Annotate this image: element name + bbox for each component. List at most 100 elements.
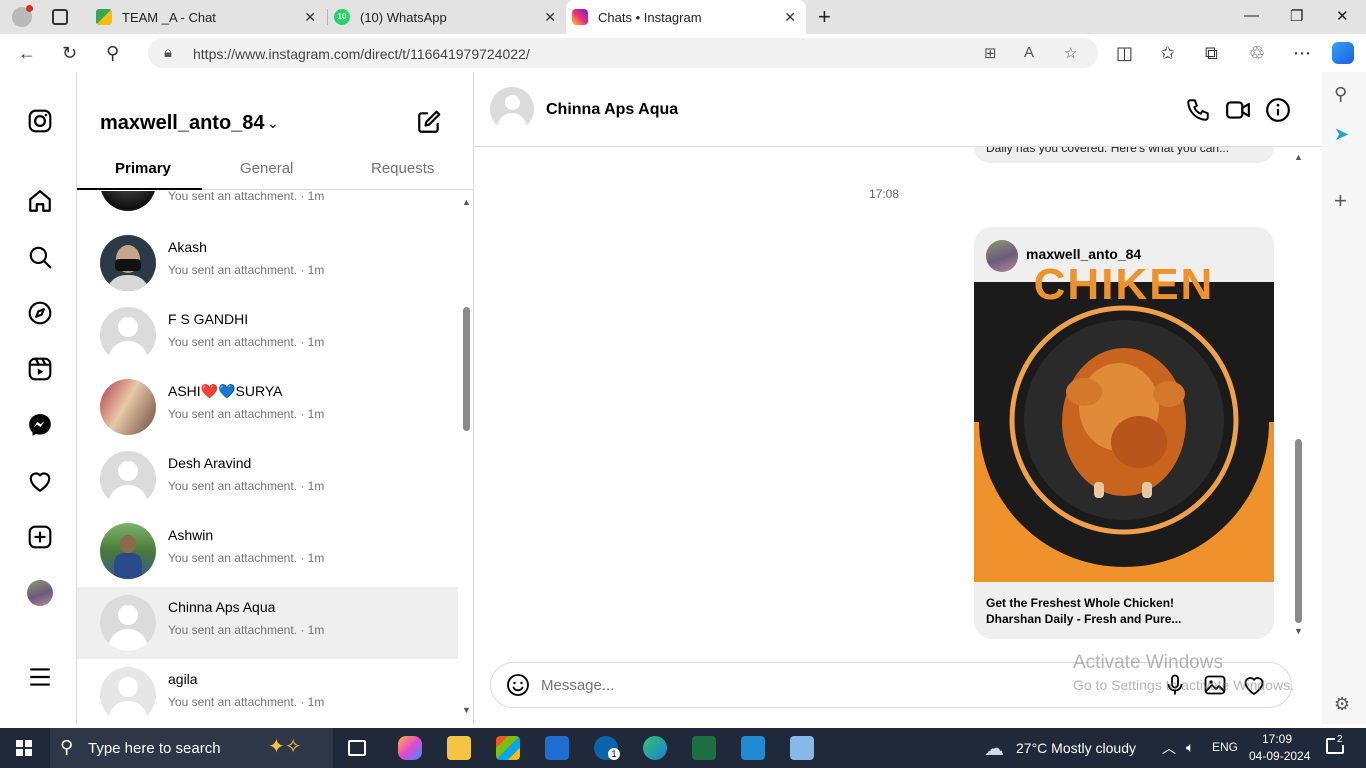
instagram-logo-icon[interactable] xyxy=(27,108,53,134)
search-icon[interactable]: ⚲ xyxy=(1334,84,1347,105)
vscode-icon[interactable] xyxy=(741,736,765,760)
settings-gear-icon[interactable]: ⚙ xyxy=(1334,694,1350,715)
thread-row[interactable]: Akash You sent an attachment. · 1m xyxy=(77,227,458,299)
thread-row[interactable]: Ashwin You sent an attachment. · 1m xyxy=(77,515,458,587)
chevron-down-icon[interactable]: ⌄ xyxy=(267,115,279,132)
copilot-icon[interactable] xyxy=(398,736,422,760)
collections-icon[interactable]: ⧉ xyxy=(1205,43,1218,64)
file-explorer-icon[interactable] xyxy=(447,736,471,760)
tab-whatsapp[interactable]: 10 (10) WhatsApp ✕ xyxy=(328,0,566,34)
read-aloud-icon[interactable]: A xyxy=(1024,44,1034,61)
close-tab-icon[interactable]: ✕ xyxy=(544,9,556,26)
clock-date[interactable]: 04-09-2024 xyxy=(1249,749,1310,763)
copilot-icon[interactable] xyxy=(1332,42,1354,64)
thread-row[interactable]: You sent an attachment. · 1m xyxy=(77,191,458,219)
weather-cloud-icon[interactable]: ☁ xyxy=(984,736,1004,761)
instagram-sidebar xyxy=(5,72,77,724)
search-icon[interactable] xyxy=(27,244,53,270)
outlook-icon[interactable]: 1 xyxy=(594,736,620,760)
previous-message-bubble[interactable]: Daily has you covered. Here's what you c… xyxy=(974,147,1274,163)
add-icon[interactable]: + xyxy=(1334,188,1347,214)
thread-name: agila xyxy=(168,671,198,687)
back-icon[interactable]: ← xyxy=(18,43,36,64)
tab-actions-icon[interactable] xyxy=(52,9,68,25)
post-image[interactable]: CHIKEN xyxy=(974,260,1274,582)
edge-browser-icon[interactable] xyxy=(643,736,667,760)
thread-row[interactable]: F S GANDHI You sent an attachment. · 1m xyxy=(77,299,458,371)
chat-contact-name[interactable]: Chinna Aps Aqua xyxy=(546,101,678,119)
telegram-icon[interactable]: ➤ xyxy=(1334,124,1349,145)
home-icon[interactable] xyxy=(27,188,53,214)
info-icon[interactable] xyxy=(1265,97,1291,123)
create-post-icon[interactable] xyxy=(27,524,53,550)
thread-name: Desh Aravind xyxy=(168,455,252,471)
post-caption-line2: Dharshan Daily - Fresh and Pure... xyxy=(986,612,1182,626)
weather-text[interactable]: 27°C Mostly cloudy xyxy=(1016,740,1136,756)
contact-avatar[interactable] xyxy=(490,87,534,131)
url-field[interactable]: 🔒︎ https://www.instagram.com/direct/t/11… xyxy=(148,38,1098,68)
clock-time[interactable]: 17:09 xyxy=(1262,732,1292,746)
scrollbar-thumb[interactable] xyxy=(463,307,470,431)
avatar xyxy=(100,451,156,507)
split-screen-icon[interactable]: ◫ xyxy=(1116,43,1133,64)
close-window-button[interactable]: ✕ xyxy=(1336,7,1349,25)
language-indicator[interactable]: ENG xyxy=(1212,740,1238,754)
account-username[interactable]: maxwell_anto_84 xyxy=(100,112,265,135)
new-message-icon[interactable] xyxy=(416,109,442,135)
tab-requests[interactable]: Requests xyxy=(371,160,434,177)
thread-list-scrollbar[interactable]: ▲ ▼ xyxy=(461,191,473,724)
tab-primary[interactable]: Primary xyxy=(115,160,171,177)
active-tab-indicator xyxy=(77,188,202,190)
emoji-icon[interactable] xyxy=(506,673,530,697)
shared-post-card[interactable]: maxwell_anto_84 CHIKEN Get the Freshest … xyxy=(974,227,1274,639)
taskbar-search-box[interactable]: ⚲ Type here to search ✦✧ xyxy=(50,728,333,768)
profile-avatar-icon[interactable] xyxy=(12,5,33,27)
thread-row[interactable]: agila You sent an attachment. · 1m xyxy=(77,659,458,724)
app-available-icon[interactable]: ⊞ xyxy=(984,44,997,62)
notifications-heart-icon[interactable] xyxy=(27,468,53,494)
profile-avatar[interactable] xyxy=(27,580,53,606)
video-call-icon[interactable] xyxy=(1225,97,1251,123)
phone-call-icon[interactable] xyxy=(1185,97,1211,123)
chat-scrollbar[interactable]: ▲ ▼ xyxy=(1293,152,1305,638)
lock-icon[interactable]: 🔒︎ xyxy=(164,44,172,61)
roast-chicken-image xyxy=(974,277,1274,582)
close-tab-icon[interactable]: ✕ xyxy=(304,9,316,26)
favorites-icon[interactable]: ✩ xyxy=(1160,43,1175,64)
reels-icon[interactable] xyxy=(27,356,53,382)
explore-compass-icon[interactable] xyxy=(27,300,53,326)
extensions-icon[interactable]: ♲ xyxy=(1249,43,1265,64)
thread-list: You sent an attachment. · 1m Akash You s… xyxy=(77,191,458,724)
excel-icon[interactable] xyxy=(692,736,716,760)
thread-preview: You sent an attachment. · 1m xyxy=(168,695,325,709)
tray-chevron-icon[interactable]: ︿ xyxy=(1162,738,1176,758)
messenger-icon[interactable] xyxy=(27,412,53,438)
new-tab-button[interactable]: + xyxy=(818,4,831,30)
tab-instagram[interactable]: Chats • Instagram ✕ xyxy=(566,0,806,34)
tab-team-chat[interactable]: TEAM _A - Chat ✕ xyxy=(86,0,326,34)
task-view-icon[interactable] xyxy=(348,740,366,756)
scrollbar-thumb[interactable] xyxy=(1295,439,1302,623)
thread-preview: You sent an attachment. · 1m xyxy=(168,551,325,565)
thread-row-selected[interactable]: Chinna Aps Aqua You sent an attachment. … xyxy=(77,587,458,659)
search-icon[interactable]: ⚲ xyxy=(106,43,119,64)
thread-row[interactable]: Desh Aravind You sent an attachment. · 1… xyxy=(77,443,458,515)
google-chat-icon xyxy=(96,9,112,25)
thread-row[interactable]: ASHI❤️💙SURYA You sent an attachment. · 1… xyxy=(77,371,458,443)
mail-icon[interactable] xyxy=(545,736,569,760)
more-menu-icon[interactable] xyxy=(27,664,53,690)
message-input[interactable] xyxy=(541,675,1061,695)
more-menu-icon[interactable]: ⋯ xyxy=(1293,43,1311,64)
refresh-icon[interactable]: ↻ xyxy=(62,43,77,64)
tab-general[interactable]: General xyxy=(240,160,293,177)
message-timestamp: 17:08 xyxy=(869,187,900,201)
microsoft-store-icon[interactable] xyxy=(496,736,520,760)
minimize-button[interactable]: — xyxy=(1244,7,1259,24)
windows-taskbar: ⚲ Type here to search ✦✧ 1 ☁ 27°C Mostly… xyxy=(0,728,1366,768)
restore-button[interactable]: ❐ xyxy=(1290,7,1303,25)
favorite-star-icon[interactable]: ☆ xyxy=(1064,44,1077,62)
volume-icon[interactable]: 🔈︎ xyxy=(1186,739,1194,756)
start-windows-icon[interactable] xyxy=(16,740,32,756)
control-panel-icon[interactable] xyxy=(790,736,814,760)
close-tab-icon[interactable]: ✕ xyxy=(784,9,796,26)
